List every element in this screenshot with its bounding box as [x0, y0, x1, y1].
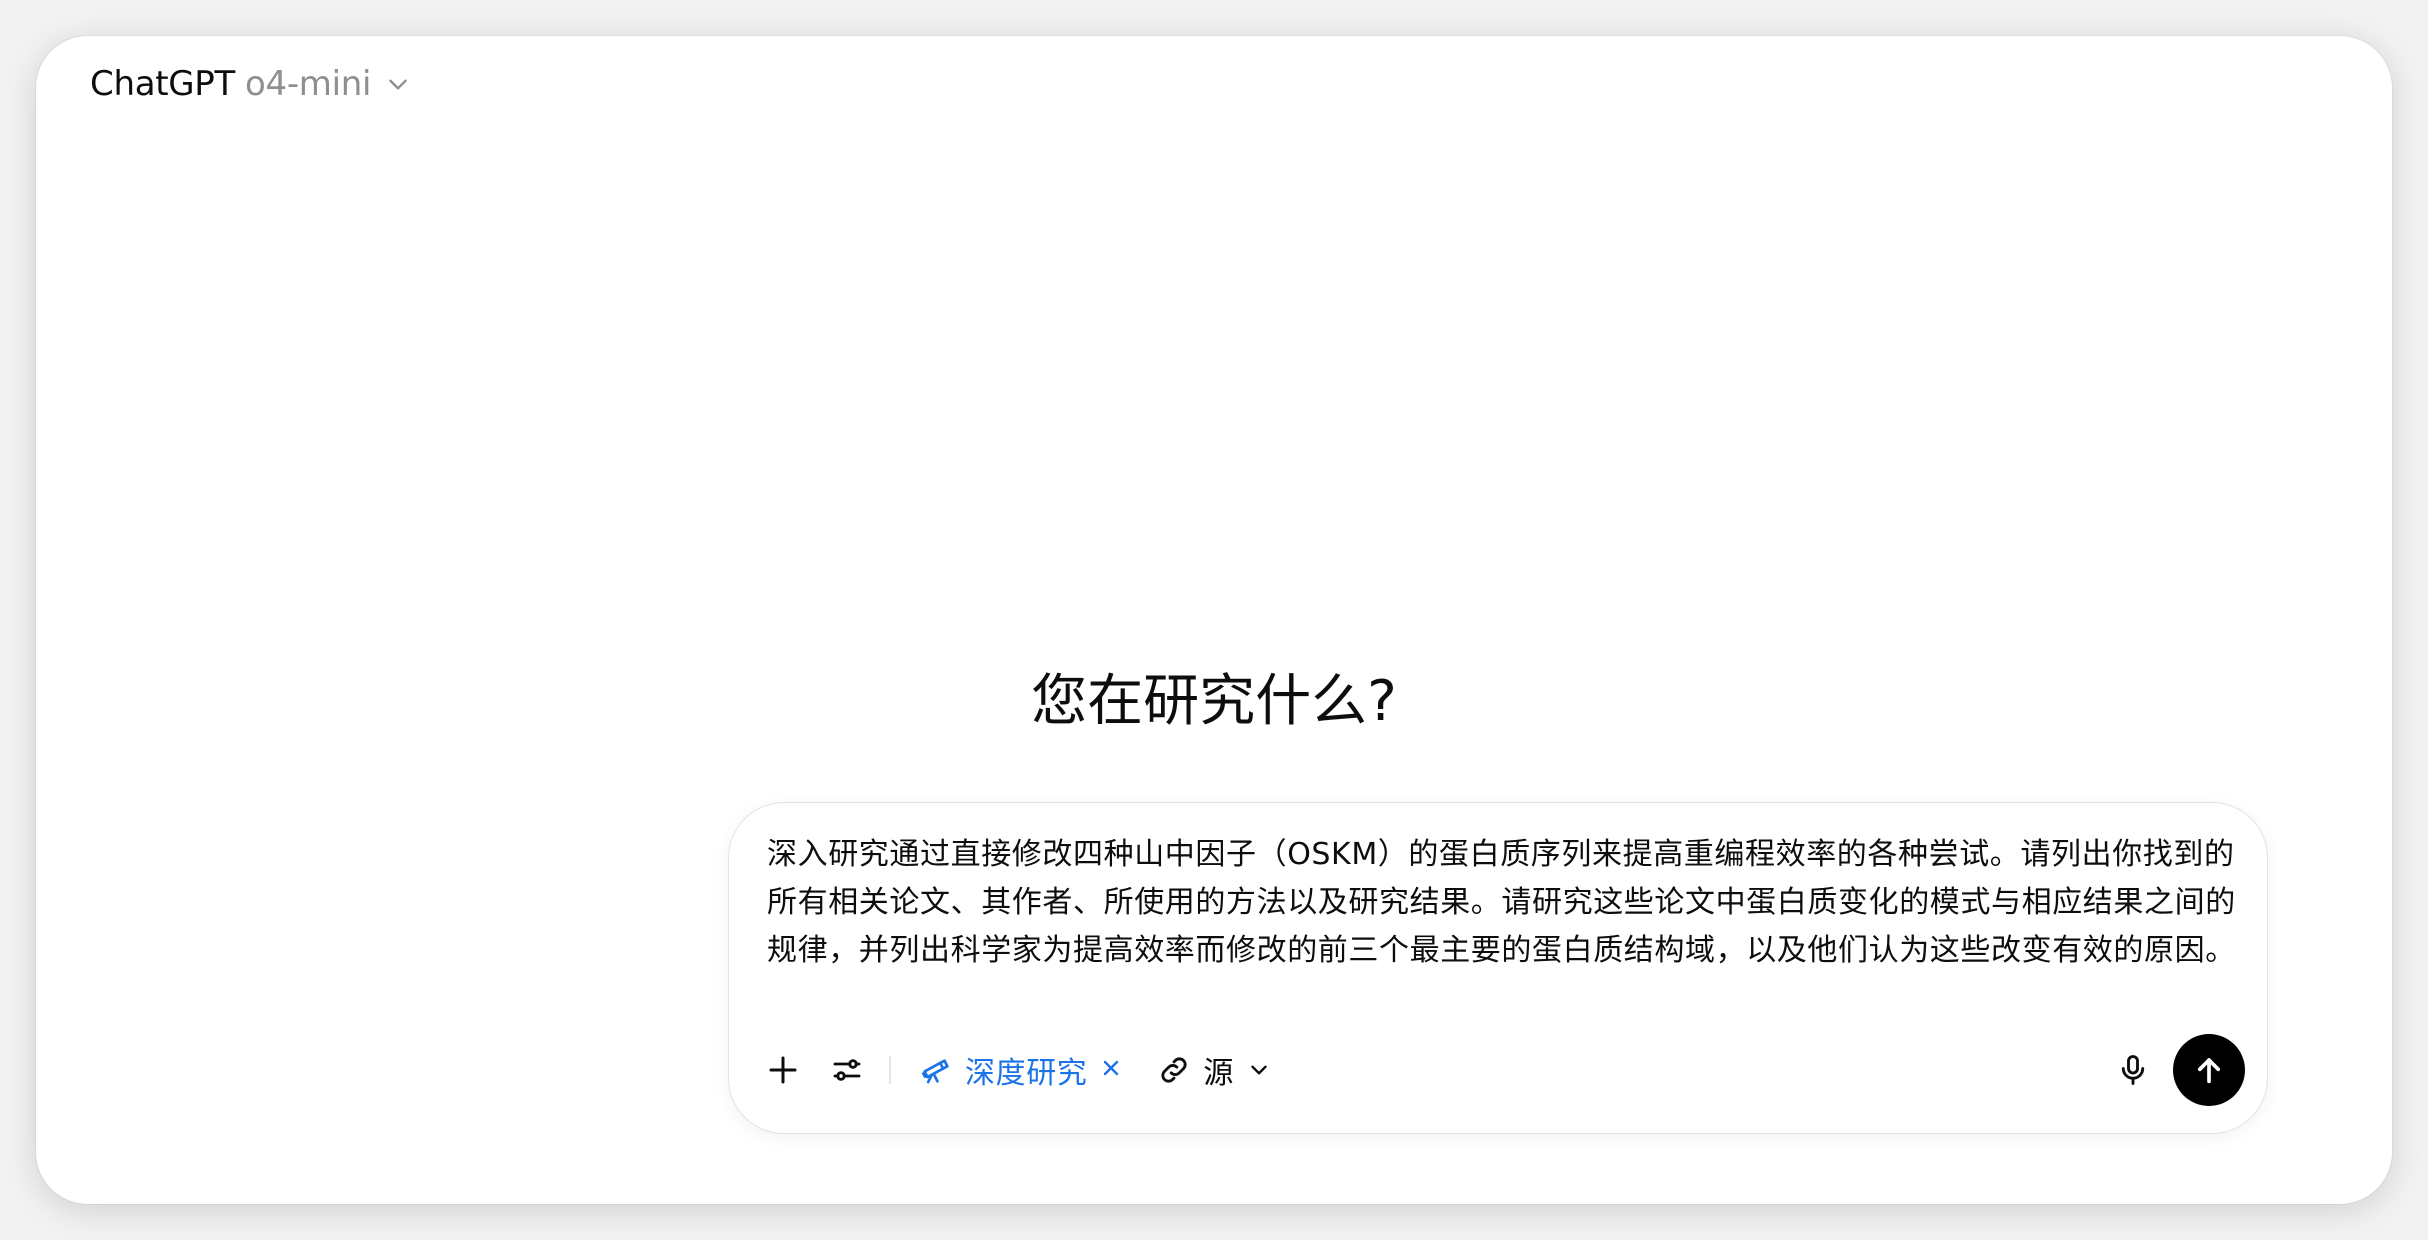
remove-deep-research-button[interactable]	[1099, 1056, 1123, 1084]
plus-icon	[769, 1056, 797, 1084]
close-icon	[1104, 1060, 1119, 1076]
composer: 深入研究通过直接修改四种山中因子（OSKM）的蛋白质序列来提高重编程效率的各种尝…	[728, 802, 2268, 1134]
sources-dropdown[interactable]: 源	[1145, 1042, 1284, 1098]
model-name: o4-mini	[244, 64, 372, 104]
send-button[interactable]	[2173, 1034, 2245, 1106]
add-attachment-button[interactable]	[751, 1038, 815, 1102]
prompt-input[interactable]: 深入研究通过直接修改四种山中因子（OSKM）的蛋白质序列来提高重编程效率的各种尝…	[767, 831, 2243, 975]
chevron-down-icon	[381, 67, 411, 101]
page-title: 您在研究什么?	[1031, 669, 1397, 734]
voice-input-button[interactable]	[2101, 1038, 2165, 1102]
chevron-down-icon	[1251, 1065, 1267, 1075]
brand-name: ChatGPT	[90, 64, 235, 104]
tools-button[interactable]	[815, 1038, 879, 1102]
telescope-icon	[921, 1059, 949, 1084]
arrow-up-icon	[2197, 1058, 2221, 1084]
app-window: ChatGPT o4-mini 您在研究什么? 深入研究通过直接修改四种山中因子…	[36, 36, 2392, 1204]
deep-research-chip[interactable]: 深度研究	[907, 1042, 1135, 1098]
microphone-icon	[2121, 1055, 2145, 1085]
composer-toolbar: 深度研究 源	[751, 1033, 2245, 1107]
sources-label: 源	[1203, 1056, 1235, 1091]
sliders-icon	[833, 1059, 861, 1081]
model-switcher[interactable]: ChatGPT o4-mini	[78, 52, 423, 116]
deep-research-label: 深度研究	[965, 1056, 1088, 1091]
toolbar-divider	[889, 1056, 891, 1084]
link-icon	[1161, 1057, 1187, 1083]
